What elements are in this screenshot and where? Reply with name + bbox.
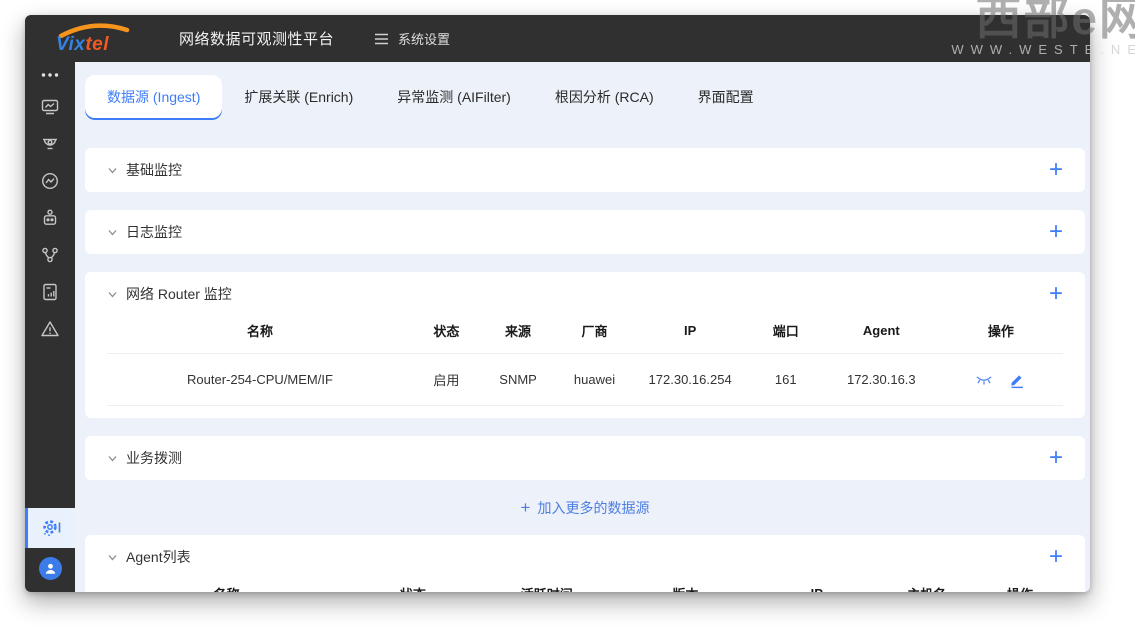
section-agent-title: Agent列表 <box>126 547 191 567</box>
eye-invisible-icon <box>975 371 993 389</box>
logo-part-orange: tel <box>85 34 109 55</box>
sidebar-item-more[interactable] <box>25 62 75 88</box>
topology-icon <box>40 245 60 265</box>
cell-port: 161 <box>747 354 823 406</box>
cell-vendor: huawei <box>556 354 632 406</box>
agent-table-header-row: 名称 状态 活跃时间 版本 IP 主机名 操作 <box>107 579 1063 592</box>
add-more-datasource-link[interactable]: + 加入更多的数据源 <box>85 498 1085 518</box>
col-vendor: 厂商 <box>556 316 632 354</box>
router-table: 名称 状态 来源 厂商 IP 端口 Agent 操作 <box>107 316 1063 406</box>
cell-ip: 172.30.16.254 <box>633 354 748 406</box>
section-router-header: 网络 Router 监控 + <box>107 272 1063 316</box>
section-dial-header: 业务拨测 + <box>107 436 1063 480</box>
hide-row-button[interactable] <box>975 371 993 389</box>
sidebar-item-dashboard[interactable] <box>25 88 75 125</box>
section-agent-list: Agent列表 + 名称 状态 活跃时间 <box>85 535 1085 592</box>
col-actions: 操作 <box>977 579 1063 592</box>
tab-aifilter[interactable]: 异常监测 (AIFilter) <box>375 75 533 120</box>
col-name: 名称 <box>107 316 413 354</box>
col-port: 端口 <box>747 316 823 354</box>
col-agent: Agent <box>824 316 939 354</box>
col-ip: IP <box>633 316 748 354</box>
section-log-monitoring: 日志监控 + <box>85 210 1085 254</box>
vixtel-logo: Vixtel <box>53 21 133 57</box>
app-window: Vixtel 网络数据可观测性平台 系统设置 <box>25 15 1090 592</box>
logo-text: Vixtel <box>56 34 109 56</box>
section-log-title: 日志监控 <box>126 222 182 242</box>
section-basic-header: 基础监控 + <box>107 148 1063 192</box>
ellipsis-icon <box>40 71 60 79</box>
main-row: 数据源 (Ingest) 扩展关联 (Enrich) 异常监测 (AIFilte… <box>25 62 1090 592</box>
document-chart-icon <box>40 282 60 302</box>
sidebar-item-surveillance[interactable] <box>25 125 75 162</box>
cell-status: 启用 <box>413 354 480 406</box>
sidebar-item-report[interactable] <box>25 273 75 310</box>
section-router-monitoring: 网络 Router 监控 + 名称 状态 来源 <box>85 272 1085 418</box>
sidebar-item-alerts[interactable] <box>25 310 75 347</box>
user-icon <box>43 561 58 576</box>
section-basic-title: 基础监控 <box>126 160 182 180</box>
col-hostname: 主机名 <box>877 579 977 592</box>
section-router-title: 网络 Router 监控 <box>126 284 232 304</box>
sidebar-item-topology[interactable] <box>25 236 75 273</box>
sidebar-item-performance[interactable] <box>25 162 75 199</box>
system-settings-label: 系统设置 <box>398 29 450 48</box>
chevron-down-icon[interactable] <box>107 289 118 300</box>
logo-part-blue: Vix <box>56 34 85 55</box>
edit-row-button[interactable] <box>1008 371 1026 389</box>
table-row: Router-254-CPU/MEM/IF 启用 SNMP huawei 172… <box>107 354 1063 406</box>
add-router-button[interactable]: + <box>1049 285 1063 303</box>
system-settings-menu[interactable]: 系统设置 <box>374 29 450 48</box>
section-log-header: 日志监控 + <box>107 210 1063 254</box>
plus-icon: + <box>521 501 531 515</box>
chevron-down-icon[interactable] <box>107 227 118 238</box>
dome-camera-icon <box>40 134 60 154</box>
col-version: 版本 <box>614 579 757 592</box>
content-area: 数据源 (Ingest) 扩展关联 (Enrich) 异常监测 (AIFilte… <box>75 62 1090 592</box>
add-log-button[interactable]: + <box>1049 223 1063 241</box>
add-more-label: 加入更多的数据源 <box>537 498 649 518</box>
section-agent-header: Agent列表 + <box>107 535 1063 579</box>
col-status: 状态 <box>346 579 480 592</box>
robot-icon <box>40 208 60 228</box>
chevron-down-icon[interactable] <box>107 453 118 464</box>
col-ip: IP <box>757 579 877 592</box>
section-basic-monitoring: 基础监控 + <box>85 148 1085 192</box>
gear-icon <box>41 518 63 538</box>
tab-ui-config[interactable]: 界面配置 <box>676 75 776 120</box>
cell-source: SNMP <box>480 354 556 406</box>
section-dial-title: 业务拨测 <box>126 448 182 468</box>
add-dial-button[interactable]: + <box>1049 449 1063 467</box>
sidebar-item-robot[interactable] <box>25 199 75 236</box>
hamburger-icon <box>374 33 389 45</box>
section-dial-test: 业务拨测 + <box>85 436 1085 480</box>
gauge-pulse-icon <box>40 171 60 191</box>
user-avatar[interactable] <box>39 557 62 580</box>
agent-table: 名称 状态 活跃时间 版本 IP 主机名 操作 <box>107 579 1063 592</box>
top-header: Vixtel 网络数据可观测性平台 系统设置 <box>25 15 1090 62</box>
col-name: 名称 <box>107 579 346 592</box>
cell-name: Router-254-CPU/MEM/IF <box>107 354 413 406</box>
cell-agent: 172.30.16.3 <box>824 354 939 406</box>
cell-actions <box>939 354 1063 406</box>
edit-pencil-icon <box>1008 371 1026 389</box>
chevron-down-icon[interactable] <box>107 165 118 176</box>
monitor-chart-icon <box>40 97 60 117</box>
col-source: 来源 <box>480 316 556 354</box>
sidebar <box>25 62 75 592</box>
add-basic-button[interactable]: + <box>1049 161 1063 179</box>
col-active-time: 活跃时间 <box>480 579 614 592</box>
col-actions: 操作 <box>939 316 1063 354</box>
tab-bar: 数据源 (Ingest) 扩展关联 (Enrich) 异常监测 (AIFilte… <box>85 75 1085 120</box>
chevron-down-icon[interactable] <box>107 552 118 563</box>
tab-ingest[interactable]: 数据源 (Ingest) <box>85 75 222 120</box>
sidebar-item-system-settings-active[interactable] <box>25 508 75 548</box>
add-agent-button[interactable]: + <box>1049 548 1063 566</box>
col-status: 状态 <box>413 316 480 354</box>
warning-triangle-icon <box>40 319 60 339</box>
tab-rca[interactable]: 根因分析 (RCA) <box>533 75 676 120</box>
tab-enrich[interactable]: 扩展关联 (Enrich) <box>222 75 375 120</box>
page-title: 网络数据可观测性平台 <box>179 28 334 49</box>
router-table-header-row: 名称 状态 来源 厂商 IP 端口 Agent 操作 <box>107 316 1063 354</box>
